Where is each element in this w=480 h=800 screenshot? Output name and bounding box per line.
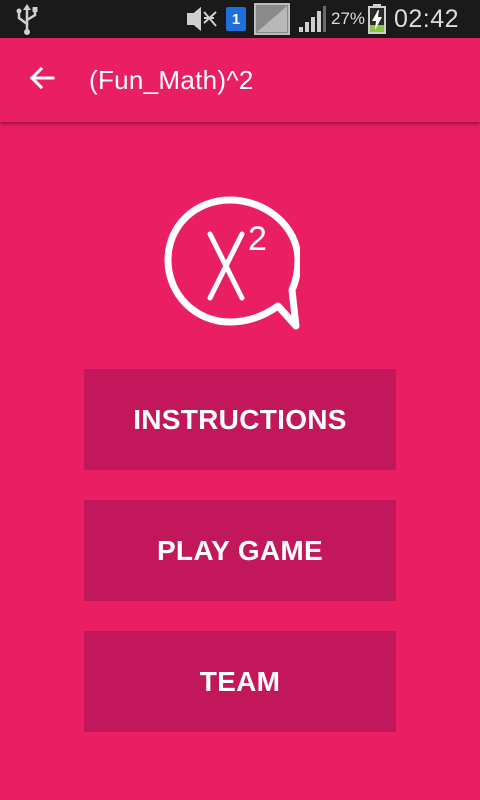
clock-time: 02:42: [394, 4, 460, 33]
notification-count: 1: [226, 7, 246, 31]
mute-icon: [186, 0, 220, 38]
instructions-button[interactable]: INSTRUCTIONS: [84, 369, 396, 470]
status-bar: 1 27% 02:42: [0, 0, 480, 38]
image-thumbnail-icon: [254, 0, 290, 38]
x-squared-speech-bubble-icon: 2: [160, 194, 302, 332]
arrow-back-icon: [29, 66, 55, 95]
back-button[interactable]: [20, 58, 64, 102]
signal-icon: [298, 0, 326, 38]
notification-badge-icon: 1: [226, 0, 246, 38]
play-game-button[interactable]: PLAY GAME: [84, 500, 396, 601]
battery-charging-icon: [367, 0, 387, 38]
usb-icon: [14, 0, 40, 38]
team-button[interactable]: TEAM: [84, 631, 396, 732]
logo-exponent: 2: [248, 220, 267, 258]
app-title: (Fun_Math)^2: [89, 64, 254, 95]
battery-percent: 27%: [331, 9, 366, 28]
app-bar: (Fun_Math)^2: [0, 38, 480, 122]
